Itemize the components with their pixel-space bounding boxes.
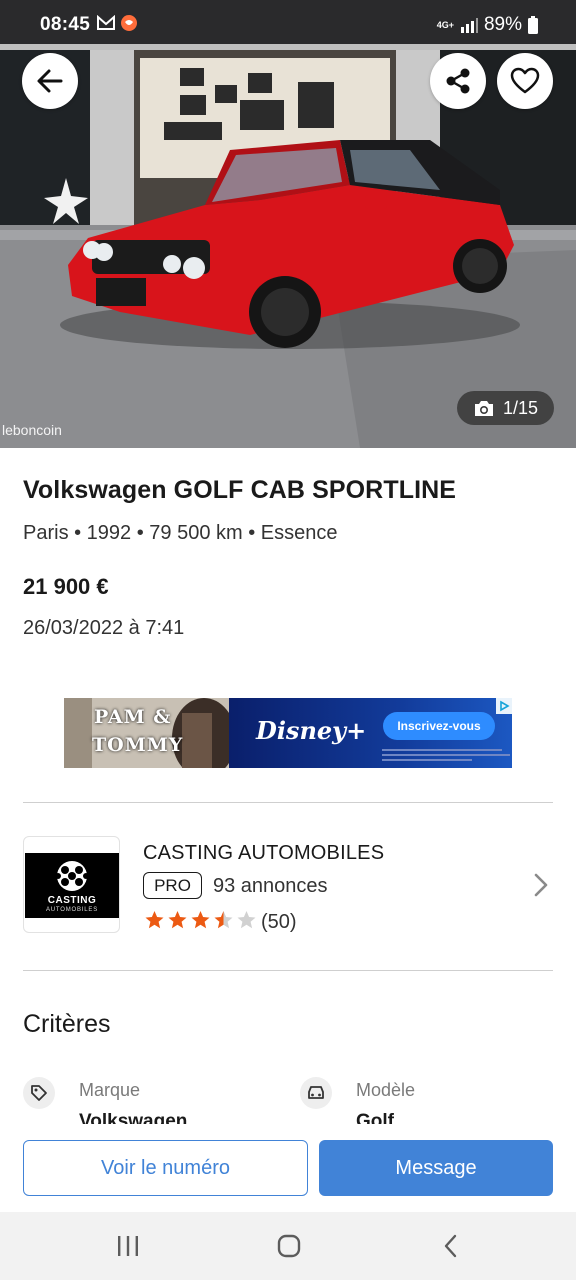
seller-open-button[interactable] (530, 872, 552, 903)
favorite-button[interactable] (497, 53, 553, 109)
system-nav-bar (0, 1212, 576, 1280)
message-button[interactable]: Message (319, 1140, 553, 1196)
star-icon (237, 911, 256, 929)
show-phone-button[interactable]: Voir le numéro (23, 1140, 308, 1196)
home-icon (277, 1234, 301, 1258)
recent-apps-button[interactable] (110, 1232, 146, 1260)
camera-icon (474, 400, 493, 416)
seller-logo-text: CASTING (47, 895, 97, 906)
app-notification-icon (121, 15, 137, 31)
battery-icon (528, 16, 538, 34)
listing-specs: Paris • 1992 • 79 500 km • Essence (23, 522, 338, 544)
listing-title: Volkswagen GOLF CAB SPORTLINE (23, 476, 457, 504)
car-icon (300, 1077, 332, 1109)
seller-rating (144, 910, 257, 930)
photo-counter[interactable]: 1/15 (457, 391, 554, 425)
ad-cta-button[interactable]: Inscrivez-vous (383, 712, 495, 740)
criteria-title: Critères (23, 1010, 111, 1038)
listing-date: 26/03/2022 à 7:41 (23, 617, 185, 639)
seller-reviews-count: (50) (261, 911, 297, 933)
status-bar: 08:45 4G+ 89% (0, 0, 576, 50)
ad-brand-line2: TOMMY (92, 734, 184, 756)
seller-logo: CASTING AUTOMOBILES (23, 836, 120, 933)
share-icon (446, 68, 470, 94)
ad-fineprint (382, 748, 510, 764)
seller-listings-count: 93 annonces (213, 875, 328, 897)
tag-icon (23, 1077, 55, 1109)
ad-fineprint-lines (382, 749, 510, 761)
ad-banner[interactable]: PAM & TOMMY Disney+ Inscrivez-vous (64, 698, 512, 768)
system-back-button[interactable] (433, 1232, 469, 1260)
chevron-right-icon (534, 873, 548, 897)
star-icon (168, 911, 187, 929)
notification-icons (97, 14, 138, 32)
battery-level: 89% (483, 14, 522, 35)
chevron-left-icon (444, 1234, 457, 1258)
listing-photo[interactable]: 08:45 4G+ 89% 1/15 leboncoin (0, 0, 576, 448)
car-photo (0, 0, 576, 448)
divider (23, 802, 553, 803)
arrow-left-icon (37, 69, 63, 93)
listing-price: 21 900 € (23, 574, 109, 599)
ad-brand-line1: PAM & (94, 706, 172, 728)
back-button[interactable] (22, 53, 78, 109)
share-button[interactable] (430, 53, 486, 109)
adchoices-icon (500, 700, 510, 712)
adchoices-button[interactable] (496, 698, 512, 714)
criteria-label-brand: Marque (79, 1080, 141, 1100)
seller-name[interactable]: CASTING AUTOMOBILES (143, 842, 384, 865)
status-time: 08:45 (40, 14, 91, 35)
criteria-value-model: Golf (356, 1111, 394, 1124)
heart-icon (510, 67, 540, 94)
criteria-grid: Marque Volkswagen Modèle Golf (0, 1060, 576, 1124)
seller-logo-subtext: AUTOMOBILES (45, 907, 99, 913)
network-type: 4G+ (436, 19, 454, 30)
seller-logo-image: CASTING AUTOMOBILES (25, 853, 119, 918)
photo-watermark: leboncoin (2, 422, 62, 438)
home-button[interactable] (271, 1232, 307, 1260)
star-icon (191, 911, 210, 929)
star-icon (214, 911, 233, 929)
recent-apps-icon (118, 1236, 138, 1256)
pro-badge: PRO (143, 872, 202, 899)
criteria-value-brand: Volkswagen (79, 1111, 188, 1124)
gmail-icon (97, 15, 115, 30)
criteria-label-model: Modèle (356, 1080, 416, 1100)
ad-partner: Disney+ (256, 716, 367, 745)
photo-counter-text: 1/15 (502, 397, 539, 418)
signal-icon (460, 18, 478, 33)
divider (23, 970, 553, 971)
star-icon (145, 911, 164, 929)
